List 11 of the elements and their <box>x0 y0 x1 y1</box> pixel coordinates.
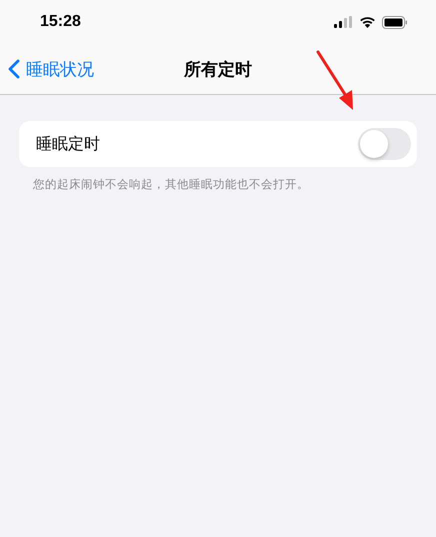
chevron-left-icon <box>8 59 20 79</box>
setting-label: 睡眠定时 <box>36 134 100 154</box>
back-button[interactable]: 睡眠状况 <box>8 58 94 80</box>
wifi-icon <box>359 16 376 28</box>
battery-icon <box>382 16 408 28</box>
status-time: 15:28 <box>40 13 81 31</box>
signal-icon <box>334 16 353 28</box>
screen-title: 所有定时 <box>184 58 252 80</box>
footer-note: 您的起床闹钟不会响起，其他睡眠功能也不会打开。 <box>33 177 310 192</box>
toggle-switch[interactable] <box>358 128 411 160</box>
annotation-arrow <box>316 50 353 110</box>
